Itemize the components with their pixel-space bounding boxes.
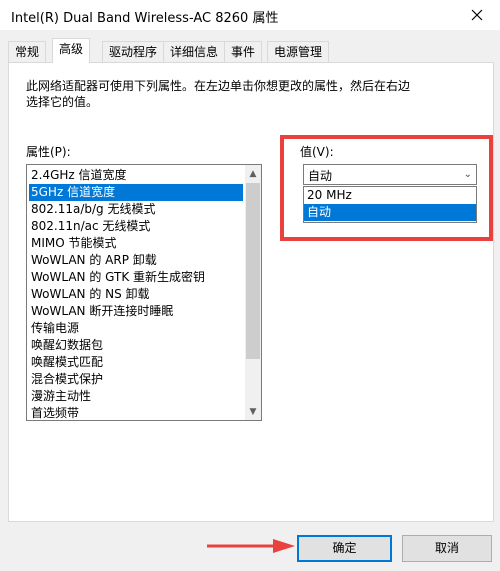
- property-item[interactable]: 唤醒模式匹配: [29, 354, 243, 371]
- scroll-thumb[interactable]: [246, 183, 260, 359]
- property-item[interactable]: WoWLAN 的 ARP 卸载: [29, 252, 243, 269]
- scroll-down-icon[interactable]: ▼: [245, 403, 261, 420]
- property-item[interactable]: 802.11n/ac 无线模式: [29, 218, 243, 235]
- close-icon: [471, 9, 483, 21]
- value-combobox[interactable]: 自动 ⌄: [303, 164, 477, 185]
- property-item[interactable]: WoWLAN 的 NS 卸载: [29, 286, 243, 303]
- vertical-scrollbar[interactable]: ▲ ▼: [245, 165, 261, 420]
- dropdown-option-auto[interactable]: 自动: [304, 204, 476, 221]
- title-bar: Intel(R) Dual Band Wireless-AC 8260 属性: [0, 0, 500, 30]
- window-title: Intel(R) Dual Band Wireless-AC 8260 属性: [11, 11, 279, 26]
- tab-power-management[interactable]: 电源管理: [267, 41, 330, 62]
- advanced-panel: 此网络适配器可使用下列属性。在左边单击你想更改的属性，然后在右边 选择它的值。 …: [8, 62, 494, 522]
- property-listbox[interactable]: 2.4GHz 信道宽度 5GHz 信道宽度 802.11a/b/g 无线模式 8…: [26, 164, 262, 421]
- ok-button[interactable]: 确定: [297, 535, 392, 562]
- property-item[interactable]: 漫游主动性: [29, 388, 243, 405]
- property-item-selected[interactable]: 5GHz 信道宽度: [29, 184, 243, 201]
- property-item[interactable]: WoWLAN 的 GTK 重新生成密钥: [29, 269, 243, 286]
- property-item[interactable]: 802.11a/b/g 无线模式: [29, 201, 243, 218]
- tab-advanced[interactable]: 高级: [52, 38, 91, 63]
- property-item[interactable]: 2.4GHz 信道宽度: [29, 167, 243, 184]
- property-label: 属性(P):: [26, 145, 71, 159]
- tab-driver[interactable]: 驱动程序: [102, 41, 165, 62]
- scroll-up-icon[interactable]: ▲: [245, 165, 261, 182]
- property-item[interactable]: 唤醒幻数据包: [29, 337, 243, 354]
- tab-general[interactable]: 常规: [8, 41, 47, 62]
- combobox-current-value: 自动: [308, 169, 333, 183]
- property-item[interactable]: WoWLAN 断开连接时睡眠: [29, 303, 243, 320]
- close-button[interactable]: [454, 0, 500, 30]
- chevron-down-icon[interactable]: ⌄: [464, 165, 472, 184]
- value-label: 值(V):: [300, 145, 334, 159]
- property-item[interactable]: 传输电源: [29, 320, 243, 337]
- property-item[interactable]: 混合模式保护: [29, 371, 243, 388]
- value-dropdown-list[interactable]: 20 MHz 自动: [303, 186, 477, 223]
- annotation-arrow-icon: [207, 539, 295, 553]
- tab-events[interactable]: 事件: [224, 41, 263, 62]
- panel-description: 此网络适配器可使用下列属性。在左边单击你想更改的属性，然后在右边 选择它的值。: [26, 79, 411, 109]
- dropdown-option-20mhz[interactable]: 20 MHz: [304, 187, 476, 204]
- tab-details[interactable]: 详细信息: [163, 41, 226, 62]
- property-item[interactable]: MIMO 节能模式: [29, 235, 243, 252]
- cancel-button[interactable]: 取消: [402, 535, 492, 562]
- property-item[interactable]: 首选频带: [29, 405, 243, 420]
